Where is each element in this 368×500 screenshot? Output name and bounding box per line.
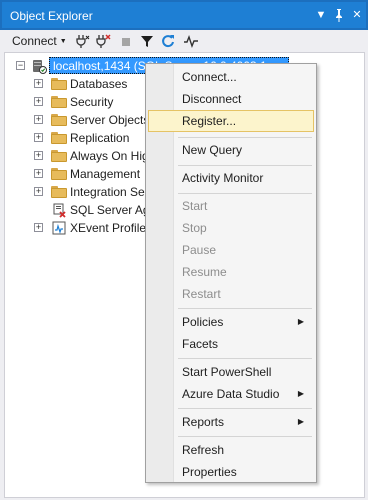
menu-item-label: Connect...: [182, 70, 237, 84]
menu-item-reports[interactable]: Reports ▶: [148, 411, 314, 433]
connect-object-explorer-icon[interactable]: [76, 33, 90, 49]
menu-item-label: Facets: [182, 337, 219, 351]
stop-icon[interactable]: [120, 33, 132, 49]
menu-separator: [178, 193, 312, 194]
expand-icon[interactable]: +: [34, 187, 43, 196]
menu-item-label: Start: [182, 199, 208, 213]
menu-item-label: New Query: [182, 143, 243, 157]
auto-hide-pin-icon[interactable]: [332, 8, 346, 22]
menu-item-label: Register...: [182, 114, 237, 128]
folder-icon: [51, 78, 67, 90]
menu-item-label: Properties: [182, 465, 237, 479]
menu-item-label: Pause: [182, 243, 217, 257]
menu-separator: [178, 358, 312, 359]
tree-node-label: Server Objects: [70, 113, 150, 127]
menu-item-pause: Pause: [148, 239, 314, 261]
window-position-dropdown-icon[interactable]: ▼: [314, 8, 328, 22]
menu-item-label: Resume: [182, 265, 227, 279]
expand-icon[interactable]: +: [34, 79, 43, 88]
menu-item-azure-data-studio[interactable]: Azure Data Studio ▶: [148, 383, 314, 405]
menu-separator: [178, 137, 312, 138]
menu-item-connect[interactable]: Connect...: [148, 66, 314, 88]
connect-label: Connect: [12, 34, 57, 48]
object-explorer-toolbar: Connect ▼: [0, 30, 368, 52]
folder-icon: [51, 114, 67, 126]
chevron-down-icon: ▼: [59, 38, 67, 45]
tree-node-label: Security: [70, 95, 114, 109]
menu-item-label: Azure Data Studio: [182, 387, 280, 401]
tree-node-label: Replication: [70, 131, 130, 145]
activity-monitor-icon[interactable]: [183, 33, 199, 49]
filter-icon[interactable]: [140, 33, 154, 49]
menu-item-properties[interactable]: Properties: [148, 461, 314, 483]
expand-icon[interactable]: +: [34, 151, 43, 160]
connect-button[interactable]: Connect ▼: [12, 33, 67, 49]
menu-item-label: Disconnect: [182, 92, 242, 106]
menu-item-disconnect[interactable]: Disconnect: [148, 88, 314, 110]
server-context-menu: Connect... Disconnect Register... New Qu…: [145, 63, 317, 483]
menu-item-label: Refresh: [182, 443, 225, 457]
menu-item-label: Start PowerShell: [182, 365, 272, 379]
menu-item-label: Stop: [182, 221, 207, 235]
submenu-arrow-icon: ▶: [297, 389, 304, 398]
expand-icon[interactable]: +: [34, 97, 43, 106]
menu-item-label: Policies: [182, 315, 224, 329]
menu-separator: [178, 165, 312, 166]
xevent-icon: [51, 220, 67, 239]
menu-item-label: Restart: [182, 287, 221, 301]
menu-item-stop: Stop: [148, 217, 314, 239]
folder-icon: [51, 132, 67, 144]
menu-item-activity-monitor[interactable]: Activity Monitor: [148, 167, 314, 189]
menu-item-start-powershell[interactable]: Start PowerShell: [148, 361, 314, 383]
menu-item-label: Activity Monitor: [182, 171, 264, 185]
menu-item-start: Start: [148, 195, 314, 217]
menu-separator: [178, 408, 312, 409]
expand-icon[interactable]: +: [34, 115, 43, 124]
tree-node-label: XEvent Profiler: [70, 221, 151, 235]
menu-separator: [178, 308, 312, 309]
menu-item-policies[interactable]: Policies ▶: [148, 311, 314, 333]
folder-icon: [51, 186, 67, 198]
submenu-arrow-icon: ▶: [297, 317, 304, 326]
folder-icon: [51, 168, 67, 180]
expand-icon[interactable]: +: [34, 223, 43, 232]
menu-item-register[interactable]: Register...: [148, 110, 314, 132]
expand-icon[interactable]: +: [34, 133, 43, 142]
menu-item-restart: Restart: [148, 283, 314, 305]
tree-node-label: Databases: [70, 77, 128, 91]
tree-node-label: Management: [70, 167, 141, 181]
menu-separator: [178, 436, 312, 437]
disconnect-icon[interactable]: [96, 33, 112, 49]
collapse-icon[interactable]: −: [16, 61, 25, 70]
folder-icon: [51, 150, 67, 162]
submenu-arrow-icon: ▶: [297, 417, 304, 426]
menu-item-new-query[interactable]: New Query: [148, 139, 314, 161]
expand-icon[interactable]: +: [34, 169, 43, 178]
menu-item-refresh[interactable]: Refresh: [148, 439, 314, 461]
close-icon[interactable]: ✕: [350, 8, 364, 22]
folder-icon: [51, 96, 67, 108]
object-explorer-titlebar: Object Explorer ▼ ✕: [0, 0, 368, 30]
window-title: Object Explorer: [10, 9, 93, 23]
refresh-icon[interactable]: [161, 33, 175, 49]
menu-item-facets[interactable]: Facets: [148, 333, 314, 355]
menu-item-label: Reports: [182, 415, 225, 429]
menu-item-resume: Resume: [148, 261, 314, 283]
